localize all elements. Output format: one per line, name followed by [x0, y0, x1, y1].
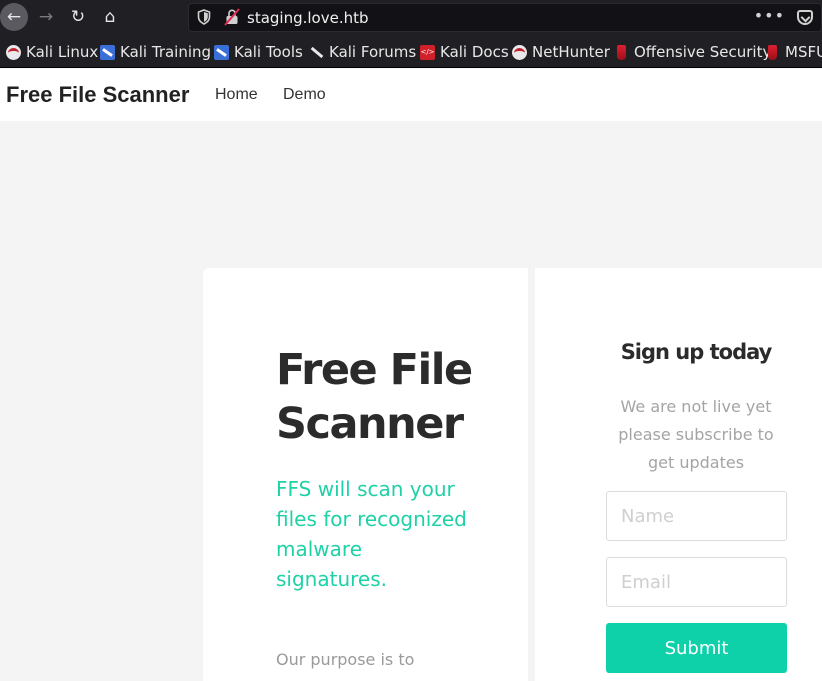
- bookmark-offensive-security[interactable]: Offensive Security: [617, 43, 771, 61]
- name-input[interactable]: [606, 491, 787, 541]
- site-navbar: Free File Scanner Home Demo: [0, 69, 822, 121]
- brand-link[interactable]: Free File Scanner: [6, 82, 189, 108]
- forward-icon[interactable]: →: [32, 3, 60, 31]
- bookmark-kali-training[interactable]: Kali Training: [100, 43, 211, 61]
- bookmark-label: Offensive Security: [634, 43, 772, 61]
- reload-icon[interactable]: ↻: [64, 3, 92, 31]
- url-text[interactable]: staging.love.htb: [247, 9, 369, 27]
- bookmark-label: Kali Tools: [234, 43, 303, 61]
- nav-demo-link[interactable]: Demo: [283, 86, 326, 104]
- back-icon[interactable]: ←: [0, 3, 28, 31]
- kali-docs-icon: </>: [420, 44, 435, 60]
- bookmark-kali-linux[interactable]: Kali Linux: [6, 43, 98, 61]
- browser-toolbar: ← → ↻ ⌂ staging.love.htb •••: [0, 0, 822, 36]
- home-icon[interactable]: ⌂: [96, 3, 124, 31]
- hero-title: Free File Scanner: [276, 345, 473, 449]
- kali-forums-icon: [309, 45, 324, 60]
- signup-title: Sign up today: [620, 340, 773, 364]
- msfu-icon: [768, 44, 777, 60]
- pocket-icon[interactable]: [797, 10, 813, 25]
- hero-body-text: Our purpose is to: [276, 650, 415, 669]
- page-actions-icon[interactable]: •••: [754, 6, 785, 25]
- hero-subtitle: FFS will scan your files for recognized …: [276, 477, 467, 591]
- insecure-lock-icon[interactable]: [224, 8, 240, 26]
- bookmark-kali-forums[interactable]: Kali Forums: [309, 43, 416, 61]
- bookmark-kali-docs[interactable]: </> Kali Docs: [420, 43, 509, 61]
- bookmark-label: Kali Training: [120, 43, 212, 61]
- bookmark-label: Kali Docs: [440, 43, 509, 61]
- bookmark-label: NetHunter: [532, 43, 610, 61]
- bookmark-msfu[interactable]: MSFU: [768, 43, 822, 61]
- bookmark-label: Kali Linux: [26, 43, 99, 61]
- nethunter-icon: [512, 44, 527, 60]
- submit-button[interactable]: Submit: [606, 623, 787, 673]
- bookmarks-bar: Kali Linux Kali Training Kali Tools Kali…: [0, 36, 822, 68]
- kali-tools-icon: [214, 44, 229, 60]
- nav-home-link[interactable]: Home: [215, 86, 258, 104]
- signup-description: We are not live yet please subscribe to …: [618, 397, 774, 472]
- offsec-icon: [617, 44, 626, 60]
- bookmark-kali-tools[interactable]: Kali Tools: [214, 43, 303, 61]
- bookmark-label: MSFU: [785, 43, 822, 61]
- email-input[interactable]: [606, 557, 787, 607]
- kali-training-icon: [100, 44, 115, 60]
- kali-icon: [6, 44, 21, 60]
- shield-icon[interactable]: [197, 9, 211, 25]
- url-bar[interactable]: staging.love.htb •••: [188, 3, 822, 32]
- bookmark-label: Kali Forums: [329, 43, 417, 61]
- bookmark-nethunter[interactable]: NetHunter: [512, 43, 610, 61]
